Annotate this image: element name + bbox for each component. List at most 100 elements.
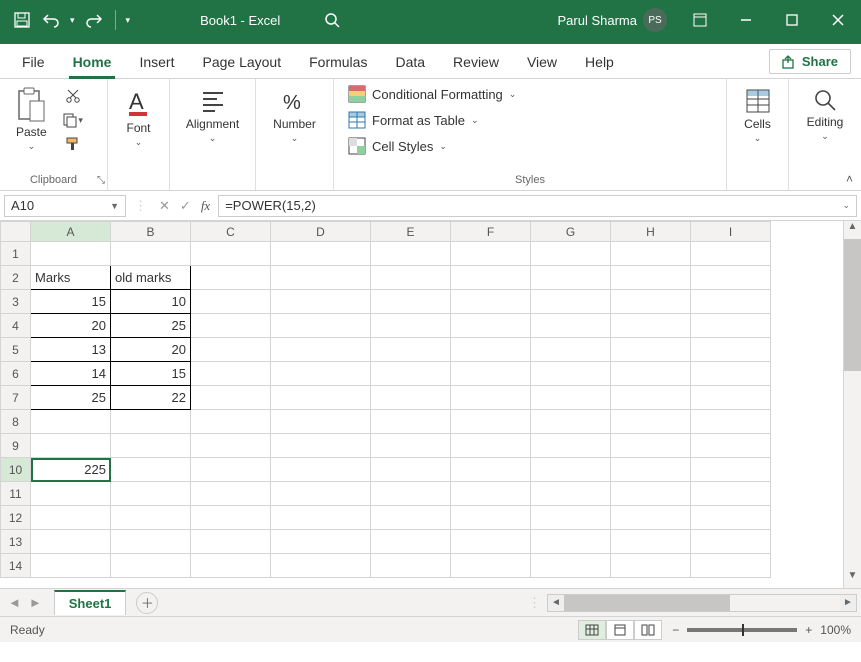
cell-C12[interactable] (191, 506, 271, 530)
tab-help[interactable]: Help (573, 48, 626, 78)
cell-G1[interactable] (531, 242, 611, 266)
cell-H14[interactable] (611, 554, 691, 578)
tab-view[interactable]: View (515, 48, 569, 78)
cell-E13[interactable] (371, 530, 451, 554)
row-header[interactable]: 6 (1, 362, 31, 386)
cell-E6[interactable] (371, 362, 451, 386)
cell-D11[interactable] (271, 482, 371, 506)
row-header[interactable]: 1 (1, 242, 31, 266)
cell-G3[interactable] (531, 290, 611, 314)
tab-file[interactable]: File (10, 48, 57, 78)
cell-H8[interactable] (611, 410, 691, 434)
cell-H3[interactable] (611, 290, 691, 314)
row-header[interactable]: 3 (1, 290, 31, 314)
cell-A11[interactable] (31, 482, 111, 506)
cell-C11[interactable] (191, 482, 271, 506)
cell-H6[interactable] (611, 362, 691, 386)
maximize-icon[interactable] (769, 0, 815, 40)
cell-A13[interactable] (31, 530, 111, 554)
cell-C13[interactable] (191, 530, 271, 554)
row-header[interactable]: 9 (1, 434, 31, 458)
cell-F2[interactable] (451, 266, 531, 290)
cell-F12[interactable] (451, 506, 531, 530)
cell-I10[interactable] (691, 458, 771, 482)
new-sheet-button[interactable]: ＋ (136, 592, 158, 614)
cell-H5[interactable] (611, 338, 691, 362)
cell-B5[interactable]: 20 (111, 338, 191, 362)
enter-formula-icon[interactable]: ✓ (180, 198, 191, 214)
cell-G2[interactable] (531, 266, 611, 290)
row-header[interactable]: 4 (1, 314, 31, 338)
cell-A5[interactable]: 13 (31, 338, 111, 362)
tab-home[interactable]: Home (61, 48, 124, 78)
cell-H13[interactable] (611, 530, 691, 554)
search-icon[interactable] (320, 8, 344, 32)
cell-F3[interactable] (451, 290, 531, 314)
select-all-corner[interactable] (1, 222, 31, 242)
cells-group-button[interactable]: Cells ⌄ (738, 83, 778, 148)
cell-C7[interactable] (191, 386, 271, 410)
format-as-table-button[interactable]: Format as Table ⌄ (344, 109, 520, 131)
cell-E9[interactable] (371, 434, 451, 458)
cell-G6[interactable] (531, 362, 611, 386)
save-icon[interactable] (10, 8, 34, 32)
cell-F1[interactable] (451, 242, 531, 266)
cell-D9[interactable] (271, 434, 371, 458)
scroll-right-icon[interactable]: ► (840, 597, 856, 608)
row-header[interactable]: 11 (1, 482, 31, 506)
cell-I7[interactable] (691, 386, 771, 410)
normal-view-icon[interactable] (578, 620, 606, 640)
column-header[interactable]: D (271, 222, 371, 242)
spreadsheet-grid[interactable]: ABCDEFGHI12Marksold marks315104202551320… (0, 221, 843, 588)
column-header[interactable]: C (191, 222, 271, 242)
cell-C6[interactable] (191, 362, 271, 386)
cell-F8[interactable] (451, 410, 531, 434)
name-box[interactable]: A10 ▼ (4, 195, 126, 217)
cell-E4[interactable] (371, 314, 451, 338)
sheet-tab[interactable]: Sheet1 (54, 590, 127, 615)
cell-A14[interactable] (31, 554, 111, 578)
close-icon[interactable] (815, 0, 861, 40)
column-header[interactable]: H (611, 222, 691, 242)
row-header[interactable]: 12 (1, 506, 31, 530)
cell-G4[interactable] (531, 314, 611, 338)
cell-B14[interactable] (111, 554, 191, 578)
tab-review[interactable]: Review (441, 48, 511, 78)
cell-H4[interactable] (611, 314, 691, 338)
zoom-out-button[interactable]: − (672, 623, 679, 637)
cell-B8[interactable] (111, 410, 191, 434)
cell-G7[interactable] (531, 386, 611, 410)
ribbon-display-options-icon[interactable] (677, 0, 723, 40)
alignment-group-button[interactable]: Alignment ⌄ (180, 83, 245, 148)
cell-F7[interactable] (451, 386, 531, 410)
scroll-up-icon[interactable]: ▲ (844, 221, 861, 239)
cell-G10[interactable] (531, 458, 611, 482)
cell-A8[interactable] (31, 410, 111, 434)
cell-E3[interactable] (371, 290, 451, 314)
format-painter-icon[interactable] (59, 133, 87, 155)
cell-H12[interactable] (611, 506, 691, 530)
tab-scroll-right-icon[interactable]: ► (29, 595, 42, 610)
cell-A3[interactable]: 15 (31, 290, 111, 314)
number-group-button[interactable]: % Number ⌄ (267, 83, 322, 148)
share-button[interactable]: Share (769, 49, 851, 74)
cell-C9[interactable] (191, 434, 271, 458)
cell-B1[interactable] (111, 242, 191, 266)
cell-D3[interactable] (271, 290, 371, 314)
cell-C10[interactable] (191, 458, 271, 482)
cell-C1[interactable] (191, 242, 271, 266)
row-header[interactable]: 10 (1, 458, 31, 482)
cell-D4[interactable] (271, 314, 371, 338)
cell-styles-button[interactable]: Cell Styles ⌄ (344, 135, 520, 157)
column-header[interactable]: G (531, 222, 611, 242)
tab-data[interactable]: Data (383, 48, 437, 78)
cell-E10[interactable] (371, 458, 451, 482)
cell-I11[interactable] (691, 482, 771, 506)
cell-C8[interactable] (191, 410, 271, 434)
cell-G5[interactable] (531, 338, 611, 362)
cell-B13[interactable] (111, 530, 191, 554)
cell-G12[interactable] (531, 506, 611, 530)
cell-D14[interactable] (271, 554, 371, 578)
cell-C14[interactable] (191, 554, 271, 578)
row-header[interactable]: 2 (1, 266, 31, 290)
